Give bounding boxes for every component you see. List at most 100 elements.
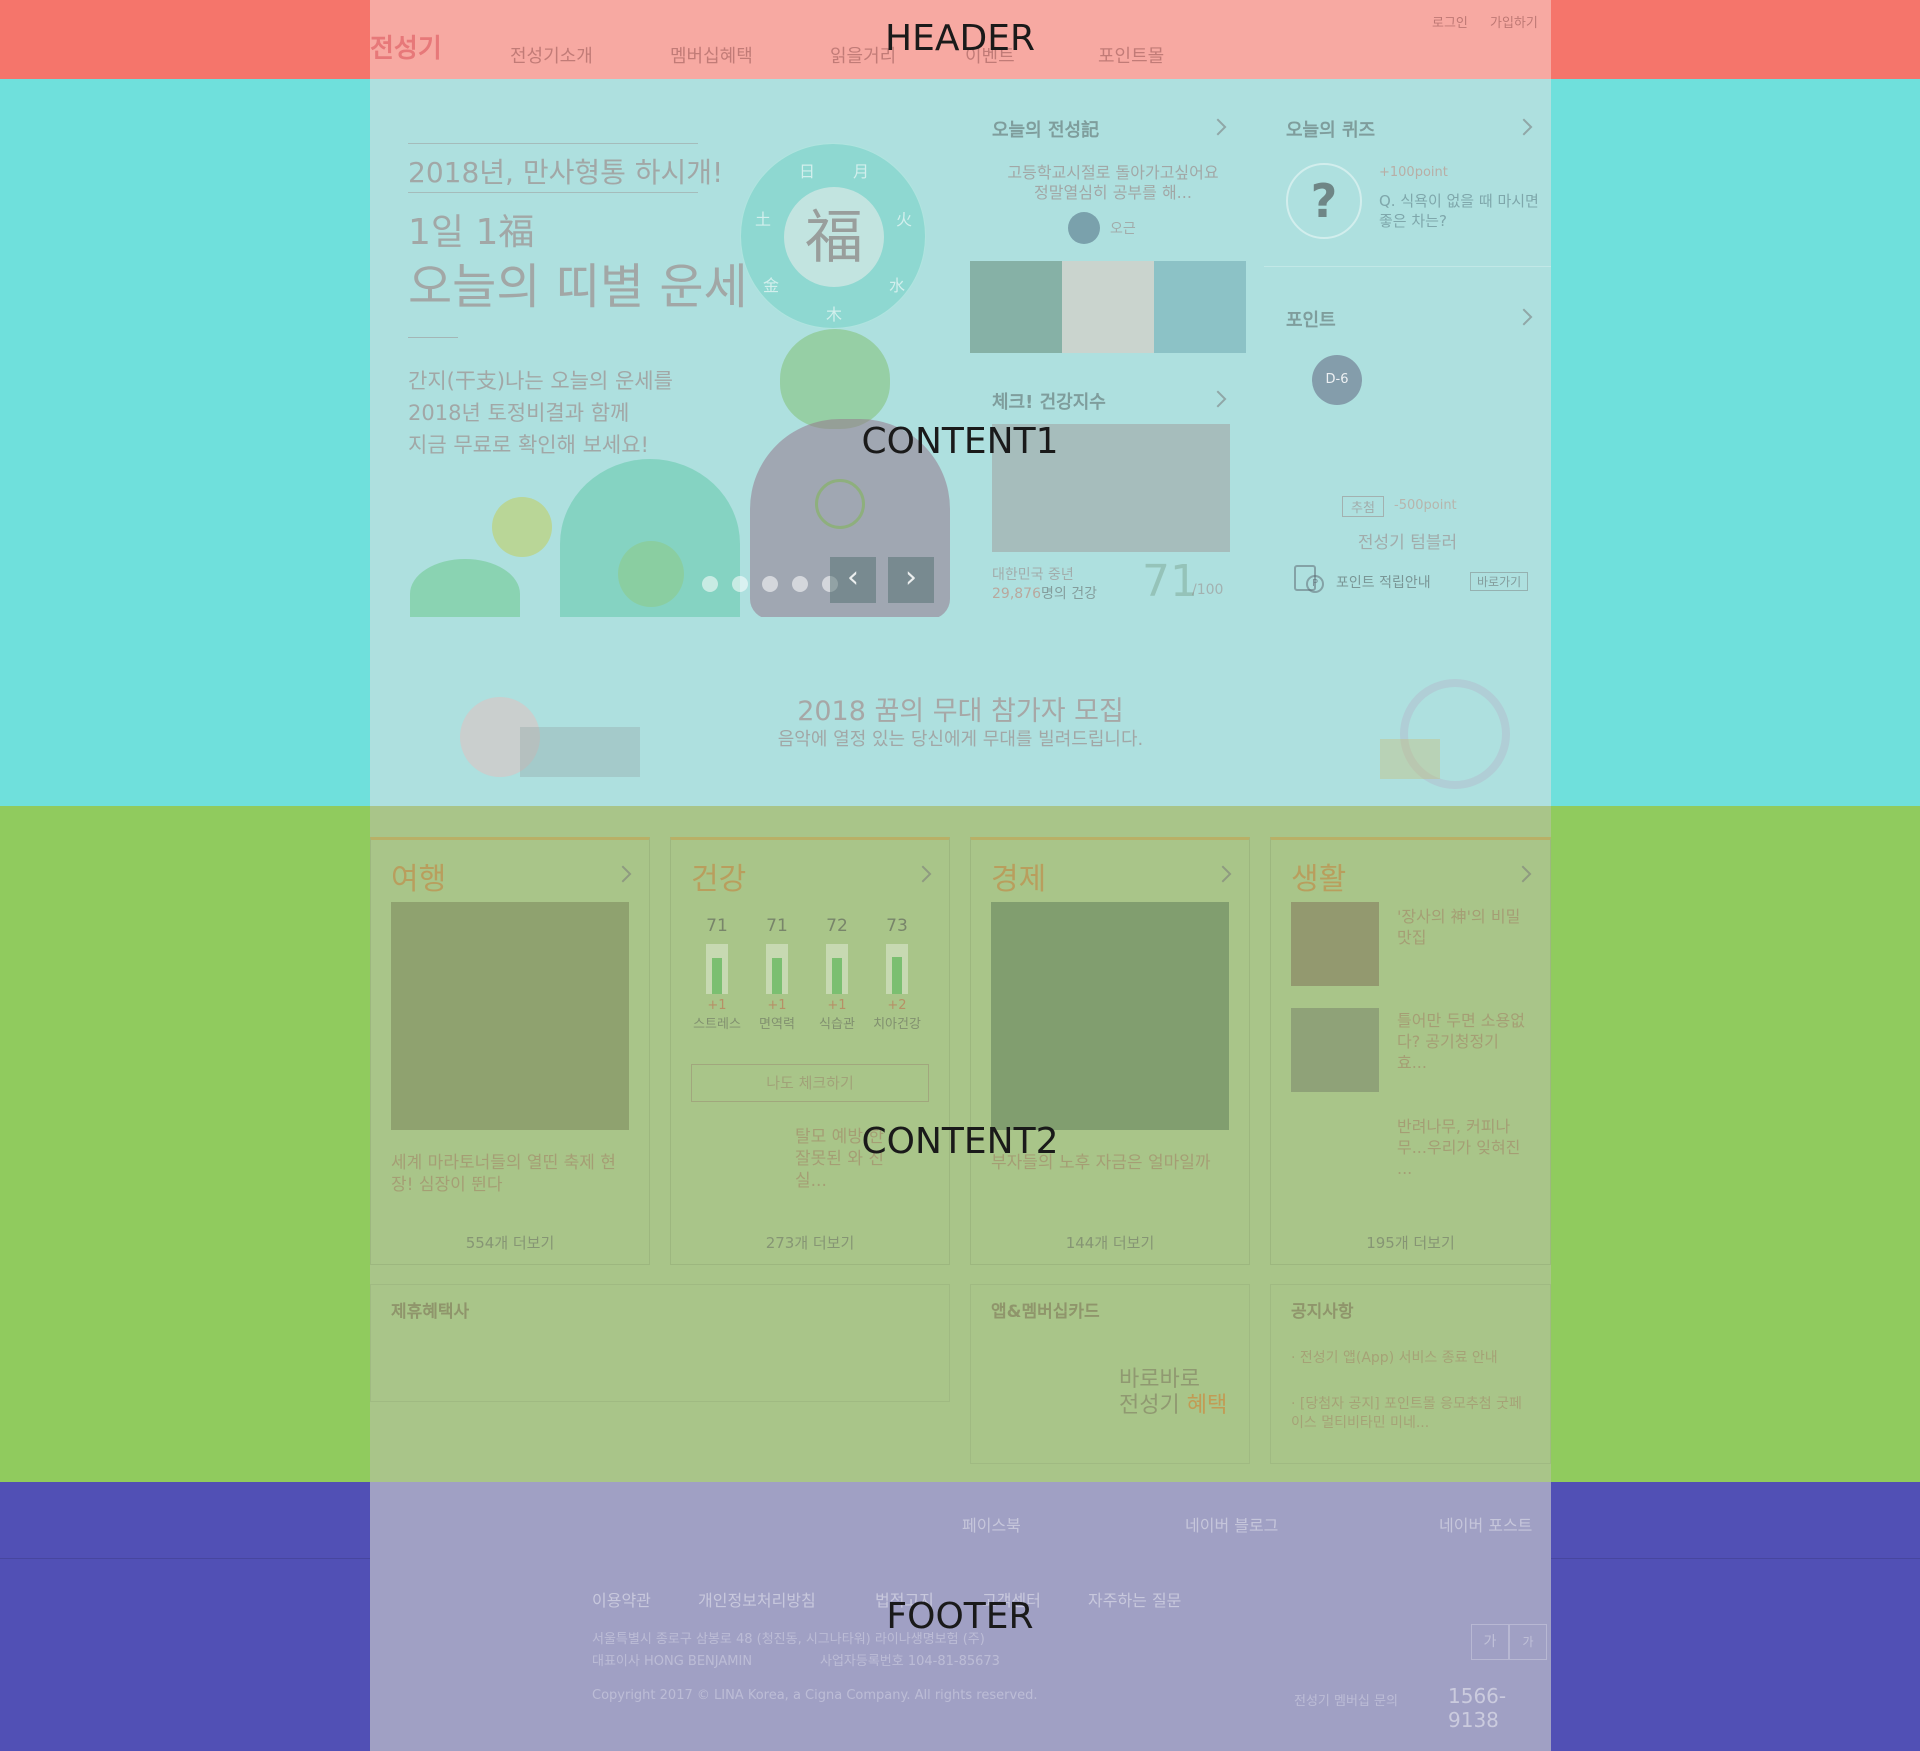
story-photo-2[interactable]: [1062, 261, 1154, 353]
health-bar-track: [766, 944, 788, 994]
health-bar-delta: +2: [887, 998, 907, 1013]
nav-about[interactable]: 전성기소개: [510, 42, 593, 68]
quiz-points: +100point: [1379, 165, 1448, 180]
notice-title: 공지사항: [1291, 1302, 1354, 1322]
footer-copyright: Copyright 2017 © LINA Korea, a Cigna Com…: [592, 1688, 1038, 1703]
life-card[interactable]: 생활 '장사의 神'의 비밀 맛집 틀어만 두면 소용없다? 공기청정기 효..…: [1270, 837, 1551, 1265]
font-size-down-button[interactable]: 가: [1509, 1624, 1547, 1660]
health-title: 건강: [691, 862, 747, 897]
footer-link-privacy[interactable]: 개인정보처리방침: [698, 1587, 816, 1611]
nav-point-mall[interactable]: 포인트몰: [1098, 42, 1164, 68]
hero-desc-2: 2018년 토정비결과 함께: [408, 401, 630, 425]
health-bar-value: 71: [706, 916, 728, 936]
footer-ceo: 대표이사 HONG BENJAMIN: [592, 1654, 753, 1669]
point-title: 포인트: [1286, 310, 1336, 331]
chevron-right-icon[interactable]: [1214, 865, 1232, 883]
today-story-text: 고등학교시절로 돌아가고싶어요 정말열심히 공부를 해...: [1007, 163, 1219, 202]
nav-events[interactable]: 이벤트: [965, 42, 1015, 68]
chevron-right-icon[interactable]: [1515, 118, 1533, 136]
footer-address: 서울특별시 종로구 삼봉로 48 (청진동, 시그나타워) 라이나생명보험 (주…: [592, 1632, 985, 1647]
site-logo[interactable]: 전성기: [370, 28, 442, 65]
life-item-3[interactable]: 반려나무, 커피나무...우리가 잊혀진 ...: [1397, 1116, 1527, 1179]
health-bar-track: [706, 944, 728, 994]
slider-dot[interactable]: [792, 576, 808, 592]
health-bar-label: 스트레스: [693, 1017, 741, 1032]
health-bar-delta: +1: [707, 998, 727, 1013]
notice-item-1[interactable]: · 전성기 앱(App) 서비스 종료 안내: [1291, 1349, 1531, 1368]
cs-phone: 1566-9138: [1448, 1684, 1507, 1732]
slider-prev-button[interactable]: ‹: [830, 557, 876, 603]
footer-link-support[interactable]: 고객센터: [982, 1587, 1041, 1611]
chevron-right-icon[interactable]: [914, 865, 932, 883]
slider-dots: [702, 576, 838, 592]
story-photo-3[interactable]: [1154, 261, 1246, 353]
footer-link-faq[interactable]: 자주하는 질문: [1088, 1587, 1181, 1611]
point-guide: 포인트 적립안내: [1336, 575, 1431, 591]
avatar: [1068, 212, 1100, 244]
signup-link[interactable]: 가입하기: [1490, 12, 1538, 31]
notice-panel: 공지사항 · 전성기 앱(App) 서비스 종료 안내 · [당첨자 공지] 포…: [1270, 1284, 1551, 1464]
point-item: 전성기 텀블러: [1357, 533, 1458, 553]
point-card[interactable]: 포인트 D-6 추첨 -500point 전성기 텀블러 P 포인트 적립안내 …: [1264, 269, 1551, 619]
nav-reading[interactable]: 읽을거리: [830, 42, 896, 68]
life-title: 생활: [1291, 862, 1347, 897]
app-card-panel[interactable]: 앱&멤버십카드 바로바로 전성기 혜택: [970, 1284, 1250, 1464]
slider-dot[interactable]: [702, 576, 718, 592]
life-photo-1[interactable]: [1291, 902, 1379, 986]
dream-stage-banner[interactable]: 2018 꿈의 무대 참가자 모집 음악에 열정 있는 당신에게 무대를 빌려드…: [370, 669, 1551, 789]
health-check-title: 체크! 건강지수: [992, 392, 1106, 413]
sns-facebook[interactable]: 페이스북: [962, 1512, 1021, 1536]
content1-inner: 2018년, 만사형통 하시개! 1일 1福 오늘의 띠별 운세 간지(干支)나…: [370, 79, 1551, 806]
story-photo-1[interactable]: [970, 261, 1062, 353]
sns-naver-post[interactable]: 네이버 포스트: [1439, 1512, 1532, 1536]
today-story-card[interactable]: 오늘의 전성記 고등학교시절로 돌아가고싶어요 정말열심히 공부를 해... 오…: [970, 79, 1250, 353]
hero-line-mid: [408, 192, 698, 193]
chevron-right-icon[interactable]: [1514, 865, 1532, 883]
travel-more-link[interactable]: 554개 더보기: [371, 1232, 649, 1253]
health-check-score-max: /100: [1192, 582, 1224, 598]
cs-label: 전성기 멤버십 문의: [1294, 1694, 1398, 1709]
health-bar-delta: +1: [827, 998, 847, 1013]
travel-card[interactable]: 여행 세계 마라토너들의 열띤 축제 현장! 심장이 뛴다 554개 더보기: [370, 837, 650, 1265]
economy-more-link[interactable]: 144개 더보기: [971, 1232, 1249, 1253]
chevron-left-icon: ‹: [847, 560, 859, 595]
fortune-wheel-center: 福: [784, 187, 884, 287]
hero-headline-1: 2018년, 만사형통 하시개!: [408, 156, 724, 189]
footer-inner: 페이스북 네이버 블로그 네이버 포스트 이용약관 개인정보처리방침 법적고지 …: [370, 1482, 1551, 1751]
point-guide-button[interactable]: 바로가기: [1470, 572, 1529, 591]
life-item-1[interactable]: '장사의 神'의 비밀 맛집: [1397, 906, 1527, 948]
chevron-right-icon[interactable]: [1209, 390, 1227, 408]
life-item-2[interactable]: 틀어만 두면 소용없다? 공기청정기 효...: [1397, 1010, 1527, 1073]
font-size-up-button[interactable]: 가: [1471, 1624, 1509, 1660]
footer-link-terms[interactable]: 이용약관: [592, 1587, 651, 1611]
hero-divider: [408, 337, 458, 338]
health-bar-delta: +1: [767, 998, 787, 1013]
health-bar-value: 72: [826, 916, 848, 936]
footer-link-legal[interactable]: 법적고지: [875, 1587, 934, 1611]
health-bar-track: [826, 944, 848, 994]
health-check-count: 29,876: [992, 586, 1041, 602]
coin-left: [492, 497, 552, 557]
sns-naver-blog[interactable]: 네이버 블로그: [1185, 1512, 1278, 1536]
nav-benefits[interactable]: 멤버십혜택: [670, 42, 753, 68]
chevron-right-icon: ›: [905, 560, 917, 595]
slider-dot[interactable]: [732, 576, 748, 592]
hero-slider[interactable]: 2018년, 만사형통 하시개! 1일 1福 오늘의 띠별 운세 간지(干支)나…: [370, 79, 950, 617]
health-more-link[interactable]: 273개 더보기: [671, 1232, 949, 1253]
health-check-button[interactable]: 나도 체크하기: [691, 1064, 929, 1102]
economy-card[interactable]: 경제 부자들의 노후 자금은 얼마일까 144개 더보기: [970, 837, 1250, 1265]
health-card[interactable]: 건강 71 +1 스트레스 71 +1 면역력 72 +1 식습관 73 +2 치아건강 나도 체크하…: [670, 837, 950, 1265]
hero-desc-3: 지금 무료로 확인해 보세요!: [408, 433, 649, 457]
slider-dot[interactable]: [762, 576, 778, 592]
chevron-right-icon[interactable]: [1209, 118, 1227, 136]
chevron-right-icon[interactable]: [614, 865, 632, 883]
health-check-card[interactable]: 체크! 건강지수 대한민국 중년 29,876명의 건강 71 /100: [970, 379, 1250, 619]
notice-item-2[interactable]: · [당첨자 공지] 포인트몰 응모추첨 굿페이스 멀티비타민 미네...: [1291, 1395, 1531, 1433]
slider-next-button[interactable]: ›: [888, 557, 934, 603]
chevron-right-icon[interactable]: [1515, 308, 1533, 326]
login-link[interactable]: 로그인: [1432, 12, 1468, 31]
quiz-card[interactable]: 오늘의 퀴즈 ? +100point Q. 식욕이 없을 때 마시면 좋은 차는…: [1264, 79, 1551, 267]
life-photo-2[interactable]: [1291, 1008, 1379, 1092]
travel-title: 여행: [391, 862, 447, 897]
life-more-link[interactable]: 195개 더보기: [1271, 1232, 1550, 1253]
